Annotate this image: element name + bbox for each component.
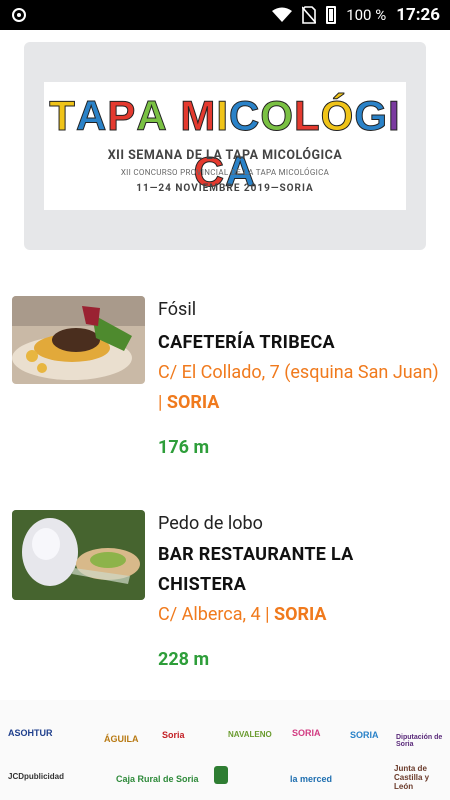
- no-sim-icon: [302, 6, 317, 24]
- event-banner[interactable]: TAPA MICOLÓGICA XII SEMANA DE LA TAPA MI…: [24, 42, 426, 250]
- banner-contest: XII CONCURSO PROVINCIAL DE LA TAPA MICOL…: [120, 168, 330, 177]
- banner-subtitle: XII SEMANA DE LA TAPA MICOLÓGICA: [107, 148, 343, 163]
- banner-title-letter: M: [180, 92, 217, 140]
- banner-image: TAPA MICOLÓGICA XII SEMANA DE LA TAPA MI…: [44, 82, 406, 210]
- battery-percent: 100 %: [346, 6, 387, 24]
- battery-icon: [326, 6, 337, 24]
- banner-title-letter: I: [216, 92, 229, 140]
- banner-title-letter: A: [75, 92, 108, 140]
- distance: 228 m: [158, 649, 210, 670]
- banner-title-letter: P: [107, 92, 137, 140]
- banner-title-letter: T: [49, 92, 76, 140]
- sponsor-logo: SORIA: [292, 728, 321, 738]
- tapa-photo: [12, 296, 145, 384]
- sponsor-logo: NAVALENO: [228, 730, 272, 739]
- wifi-icon: [272, 7, 293, 22]
- list-item[interactable]: Pedo de lobo BAR RESTAURANTE LA CHISTERA…: [0, 506, 450, 696]
- sponsor-logo: JCDpublicidad: [8, 772, 65, 781]
- sponsor-logo: Caja Rural de Soria: [116, 774, 199, 784]
- sponsor-logo: ASOHTUR: [8, 728, 53, 738]
- bar-address: C/ El Collado, 7 (esquina San Juan) | SO…: [158, 362, 439, 413]
- banner-title-letter: L: [294, 92, 321, 140]
- sponsors-footer: ASOHTUR ÁGUILA Soria NAVALENO SORIA SORI…: [0, 700, 450, 800]
- sponsor-logo: Junta de Castilla y León: [394, 764, 430, 791]
- bar-address: C/ Alberca, 4 | SORIA: [158, 604, 327, 625]
- notification-icon: [12, 8, 26, 22]
- banner-title-letter: I: [388, 92, 401, 140]
- sponsor-logo: Diputación de Soria: [396, 734, 443, 748]
- banner-dates: 11—24 NOVIEMBRE 2019—SORIA: [136, 183, 314, 194]
- tapa-photo: [12, 510, 145, 600]
- banner-title-letter: A: [136, 92, 168, 140]
- bar-name: CAFETERÍA TRIBECA: [158, 332, 335, 353]
- distance: 176 m: [158, 437, 210, 458]
- clock: 17:26: [396, 5, 440, 25]
- list-item[interactable]: Fósil CAFETERÍA TRIBECA C/ El Collado, 7…: [0, 292, 450, 482]
- banner-title-letter: C: [228, 92, 261, 140]
- tapa-name: Pedo de lobo: [158, 513, 263, 534]
- banner-title: TAPA MICOLÓGICA: [44, 88, 406, 196]
- tapa-name: Fósil: [158, 299, 197, 320]
- banner-title-letter: Ó: [320, 92, 355, 140]
- banner-title-letter: [168, 88, 181, 144]
- sponsor-logo: la merced: [290, 774, 333, 784]
- bar-name: BAR RESTAURANTE LA CHISTERA: [158, 544, 354, 595]
- status-bar: 100 % 17:26: [0, 0, 450, 30]
- sponsor-logo: [214, 766, 228, 784]
- sponsor-logo: SORIA: [350, 730, 379, 740]
- banner-title-letter: G: [354, 92, 389, 140]
- banner-title-letter: O: [260, 92, 295, 140]
- sponsor-logo: Soria: [162, 730, 185, 740]
- sponsor-logo: ÁGUILA: [104, 734, 139, 744]
